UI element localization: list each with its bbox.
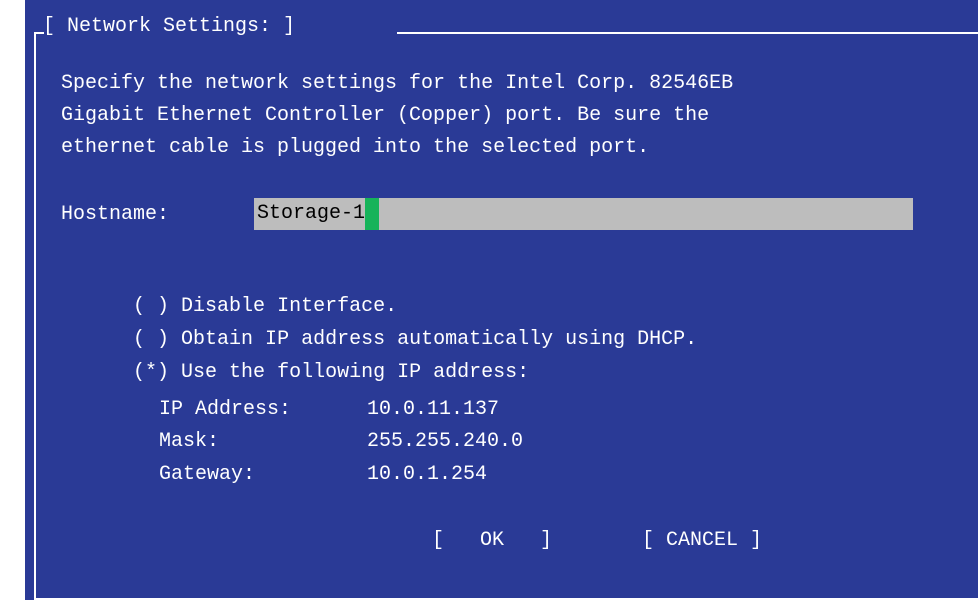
description-line-3: ethernet cable is plugged into the selec… xyxy=(61,136,650,159)
gateway-value[interactable]: 10.0.1.254 xyxy=(367,462,487,488)
radio-marker: (*) xyxy=(133,361,170,384)
radio-label: Use the following IP address: xyxy=(181,361,530,384)
frame-left-border xyxy=(34,33,36,600)
frame-top-border xyxy=(397,32,978,34)
screen: [ Network Settings: ] Specify the networ… xyxy=(0,0,978,610)
ok-button[interactable]: [ OK ] xyxy=(432,528,552,554)
dialog-title: [ Network Settings: ] xyxy=(43,15,296,38)
mask-label: Mask: xyxy=(159,430,220,453)
text-cursor xyxy=(365,198,380,230)
ip-address-label: IP Address: xyxy=(159,398,292,421)
cancel-button[interactable]: [ CANCEL ] xyxy=(642,528,762,554)
gateway-label: Gateway: xyxy=(159,463,256,486)
ip-address-value[interactable]: 10.0.11.137 xyxy=(367,397,499,423)
description-line-2: Gigabit Ethernet Controller (Copper) por… xyxy=(61,104,710,127)
hostname-value: Storage-1 xyxy=(257,202,366,225)
hostname-label: Hostname: xyxy=(61,203,170,226)
description-line-1: Specify the network settings for the Int… xyxy=(61,72,734,95)
mask-value[interactable]: 255.255.240.0 xyxy=(367,429,523,455)
network-settings-dialog: [ Network Settings: ] Specify the networ… xyxy=(25,0,978,600)
frame-bottom-border xyxy=(34,598,978,600)
hostname-input[interactable]: Storage-1 xyxy=(254,198,913,230)
